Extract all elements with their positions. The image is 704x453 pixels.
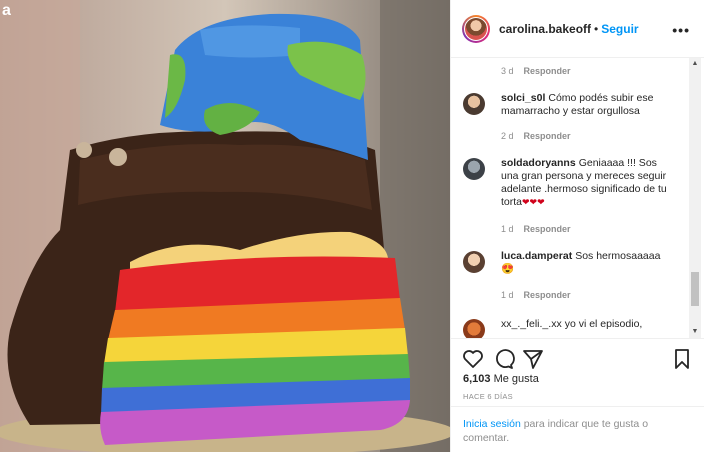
login-link[interactable]: Inicia sesión [463, 418, 521, 430]
comment-meta: 3 d Responder [501, 66, 571, 76]
rainbow-cake [100, 256, 410, 445]
heart-emoji: ❤❤❤ [522, 197, 545, 207]
post-timestamp[interactable]: HACE 6 DÍAS [463, 392, 513, 401]
instagram-post: a carolina.bakeoff • Seguir ••• 3 d Respo… [0, 0, 704, 452]
reply-button[interactable]: Responder [524, 290, 571, 300]
commenter-username[interactable]: soldadoryanns [501, 157, 576, 169]
comment-meta: 1 d Responder [501, 290, 571, 300]
profile-avatar[interactable] [462, 14, 490, 43]
comment-time: 3 d [501, 66, 514, 76]
comment-text: yo vi el episodio, [564, 318, 643, 330]
comment-item: solci_s0l Cómo podés subir ese mamarracho… [463, 92, 683, 118]
comment-time: 2 d [501, 131, 514, 141]
likes-number: 6,103 [463, 373, 491, 385]
comment-meta: 2 d Responder [501, 131, 571, 141]
commenter-username[interactable]: solci_s0l [501, 92, 545, 104]
commenter-avatar[interactable] [463, 158, 485, 180]
comment-time: 1 d [501, 290, 514, 300]
login-prompt: Inicia sesión para indicar que te gusta … [451, 406, 704, 453]
profile-username[interactable]: carolina.bakeoff [499, 22, 591, 36]
scroll-up-icon[interactable]: ▲ [691, 60, 699, 68]
comment-text: Sos hermosaaaaa [575, 250, 661, 262]
bookmark-icon[interactable] [670, 347, 694, 371]
comment-icon[interactable] [491, 347, 515, 371]
scrollbar-thumb[interactable] [691, 272, 699, 306]
likes-count[interactable]: 6,103 Me gusta [463, 373, 539, 385]
reply-button[interactable]: Responder [524, 131, 571, 141]
scroll-down-icon[interactable]: ▼ [691, 328, 699, 336]
commenter-username[interactable]: luca.damperat [501, 250, 572, 262]
channel-logo: a [2, 2, 12, 19]
post-photo[interactable]: a [0, 0, 450, 452]
commenter-username[interactable]: xx_._feli._.xx [501, 318, 562, 330]
heart-icon[interactable] [461, 347, 485, 371]
comment-meta: 1 d Responder [501, 224, 571, 234]
share-icon[interactable] [521, 347, 545, 371]
avatar-image [465, 17, 487, 40]
reply-button[interactable]: Responder [524, 66, 571, 76]
commenter-avatar[interactable] [463, 93, 485, 115]
follow-button[interactable]: Seguir [601, 22, 638, 36]
comment-item: luca.damperat Sos hermosaaaaa 😍 [463, 250, 683, 276]
commenter-avatar[interactable] [463, 251, 485, 273]
heart-eyes-emoji: 😍 [501, 263, 515, 275]
comment-time: 1 d [501, 224, 514, 234]
comment-item: soldadoryanns Geniaaaa !!! Sos una gran p… [463, 157, 683, 209]
separator-dot: • [594, 21, 599, 36]
comment-item: xx_._feli._.xx yo vi el episodio, [463, 318, 683, 338]
reply-button[interactable]: Responder [524, 224, 571, 234]
post-sidebar: carolina.bakeoff • Seguir ••• 3 d Respond… [450, 0, 704, 452]
post-header: carolina.bakeoff • Seguir ••• [451, 0, 704, 58]
more-dots-icon[interactable]: ••• [672, 22, 690, 38]
cake-image [0, 0, 450, 452]
post-actions: 6,103 Me gusta HACE 6 DÍAS [451, 338, 704, 407]
comments-list[interactable]: 3 d Responder solci_s0l Cómo podés subir e… [451, 58, 688, 338]
likes-label: Me gusta [493, 373, 539, 385]
commenter-avatar[interactable] [463, 319, 485, 338]
